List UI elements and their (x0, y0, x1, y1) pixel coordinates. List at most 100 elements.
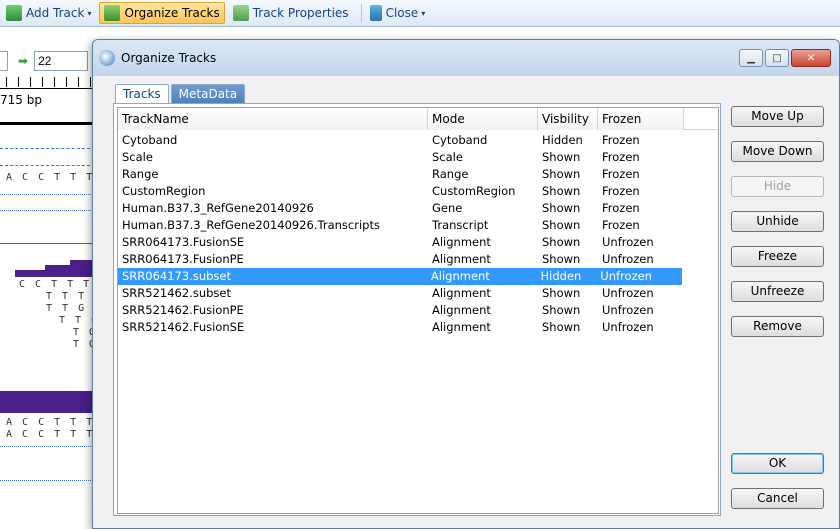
chromosome-combo[interactable] (0, 51, 8, 71)
cell-mode: Range (432, 167, 469, 181)
cell-visibility: Shown (542, 218, 581, 232)
read-arrow-line (0, 194, 95, 196)
cell-visibility: Shown (542, 167, 581, 181)
move-up-button[interactable]: Move Up (731, 106, 824, 127)
cell-frozen: Unfrozen (602, 252, 654, 266)
cell-mode: Cytoband (432, 133, 488, 147)
hide-button[interactable]: Hide (731, 176, 824, 197)
close-label: Close (385, 6, 419, 20)
window-controls: ▁ □ ✕ (737, 49, 831, 67)
grid-header: TrackName Mode Visbility Frozen (118, 108, 718, 130)
table-row[interactable]: Human.B37.3_RefGene20140926.Transcripts … (118, 217, 718, 234)
cell-trackname: SRR064173.FusionPE (122, 252, 244, 266)
tab-metadata[interactable]: MetaData (170, 84, 246, 104)
table-row[interactable]: CustomRegion CustomRegion Shown Frozen (118, 183, 718, 200)
minimize-button[interactable]: ▁ (739, 49, 763, 67)
transcript-line (0, 165, 95, 167)
table-row[interactable]: SRR521462.FusionSE Alignment Shown Unfro… (118, 319, 718, 336)
tracks-tab-panel: TrackName Mode Visbility Frozen Cytoband… (113, 103, 721, 516)
track-properties-button[interactable]: Track Properties (229, 2, 353, 24)
cell-trackname: Scale (122, 150, 153, 164)
cell-frozen: Frozen (602, 133, 640, 147)
unfreeze-button[interactable]: Unfreeze (731, 281, 824, 302)
cell-trackname: SRR064173.FusionSE (122, 235, 245, 249)
divider (0, 122, 95, 125)
close-track-icon (369, 5, 382, 21)
read-arrow-line (0, 446, 95, 448)
chevron-down-icon: ▾ (87, 8, 92, 18)
unhide-button[interactable]: Unhide (731, 211, 824, 232)
table-row[interactable]: SRR064173.FusionPE Alignment Shown Unfro… (118, 251, 718, 268)
cell-mode: Transcript (432, 218, 489, 232)
table-row[interactable]: Range Range Shown Frozen (118, 166, 718, 183)
cell-trackname: CustomRegion (122, 184, 206, 198)
tab-tracks[interactable]: Tracks (115, 84, 169, 104)
window-close-button[interactable]: ✕ (791, 49, 831, 67)
column-header-trackname[interactable]: TrackName (118, 108, 428, 130)
organize-tracks-dialog: Organize Tracks ▁ □ ✕ Tracks MetaData Tr… (92, 39, 840, 529)
position-input[interactable] (34, 51, 89, 71)
red-line (0, 243, 95, 244)
cell-trackname: Human.B37.3_RefGene20140926.Transcripts (122, 218, 380, 232)
tracks-grid[interactable]: TrackName Mode Visbility Frozen Cytoband… (117, 107, 719, 514)
cell-trackname: SRR521462.FusionSE (122, 320, 245, 334)
go-arrow-icon[interactable]: ➡ (18, 54, 28, 68)
table-row[interactable]: Cytoband Cytoband Hidden Frozen (118, 132, 718, 149)
remove-button[interactable]: Remove (731, 316, 824, 337)
add-track-button[interactable]: Add Track ▾ (2, 2, 95, 24)
ok-button[interactable]: OK (731, 453, 824, 474)
maximize-button[interactable]: □ (765, 49, 789, 67)
cell-frozen: Unfrozen (602, 235, 654, 249)
table-row[interactable]: SRR521462.FusionPE Alignment Shown Unfro… (118, 302, 718, 319)
cell-trackname: Cytoband (122, 133, 178, 147)
cell-trackname: Human.B37.3_RefGene20140926 (122, 201, 314, 215)
cell-trackname: SRR521462.FusionPE (122, 303, 244, 317)
table-row[interactable]: SRR064173.FusionSE Alignment Shown Unfro… (118, 234, 718, 251)
dialog-titlebar[interactable]: Organize Tracks ▁ □ ✕ (93, 40, 839, 76)
cancel-button[interactable]: Cancel (731, 488, 824, 509)
cell-frozen: Unfrozen (600, 269, 652, 283)
table-row[interactable]: SRR521462.subset Alignment Shown Unfroze… (118, 285, 718, 302)
column-header-frozen[interactable]: Frozen (598, 108, 684, 130)
cell-visibility: Shown (542, 286, 581, 300)
cell-mode: Alignment (430, 269, 490, 283)
cell-visibility: Hidden (542, 133, 583, 147)
cell-visibility: Shown (542, 320, 581, 334)
main-toolbar: Add Track ▾ Organize Tracks Track Proper… (0, 0, 840, 27)
column-header-visibility[interactable]: Visbility (538, 108, 598, 130)
cell-trackname: SRR064173.subset (122, 269, 231, 283)
freeze-button[interactable]: Freeze (731, 246, 824, 267)
organize-tracks-button[interactable]: Organize Tracks (99, 2, 225, 24)
column-header-mode[interactable]: Mode (428, 108, 538, 130)
read-block (0, 391, 95, 413)
cell-frozen: Frozen (602, 150, 640, 164)
cell-frozen: Frozen (602, 167, 640, 181)
cell-mode: Alignment (432, 286, 491, 300)
grid-body: Cytoband Cytoband Hidden Frozen Scale Sc… (118, 130, 718, 336)
cell-mode: Alignment (432, 235, 491, 249)
coverage-bar (45, 265, 70, 277)
cell-mode: Alignment (432, 303, 491, 317)
cell-visibility: Shown (542, 252, 581, 266)
cell-trackname: SRR521462.subset (122, 286, 231, 300)
cell-trackname: Range (122, 167, 159, 181)
table-row[interactable]: Scale Scale Shown Frozen (118, 149, 718, 166)
table-row-selected[interactable]: SRR064173.subset Alignment Hidden Unfroz… (118, 268, 682, 285)
cell-frozen: Frozen (602, 218, 640, 232)
cell-frozen: Unfrozen (602, 286, 654, 300)
chevron-down-icon: ▾ (421, 8, 426, 18)
move-down-button[interactable]: Move Down (731, 141, 824, 162)
transcript-line (0, 148, 95, 150)
cell-mode: Alignment (432, 320, 491, 334)
cell-mode: Alignment (432, 252, 491, 266)
ruler (0, 77, 95, 89)
table-row[interactable]: Human.B37.3_RefGene20140926 Gene Shown F… (118, 200, 718, 217)
cell-visibility: Shown (542, 303, 581, 317)
sequence-row: T T G (46, 303, 87, 314)
dialog-title: Organize Tracks (121, 51, 217, 65)
cell-frozen: Frozen (602, 184, 640, 198)
cell-mode: Gene (432, 201, 463, 215)
bp-label: 715 bp (0, 93, 42, 107)
cell-visibility: Shown (542, 201, 581, 215)
close-button[interactable]: Close ▾ (366, 2, 430, 24)
